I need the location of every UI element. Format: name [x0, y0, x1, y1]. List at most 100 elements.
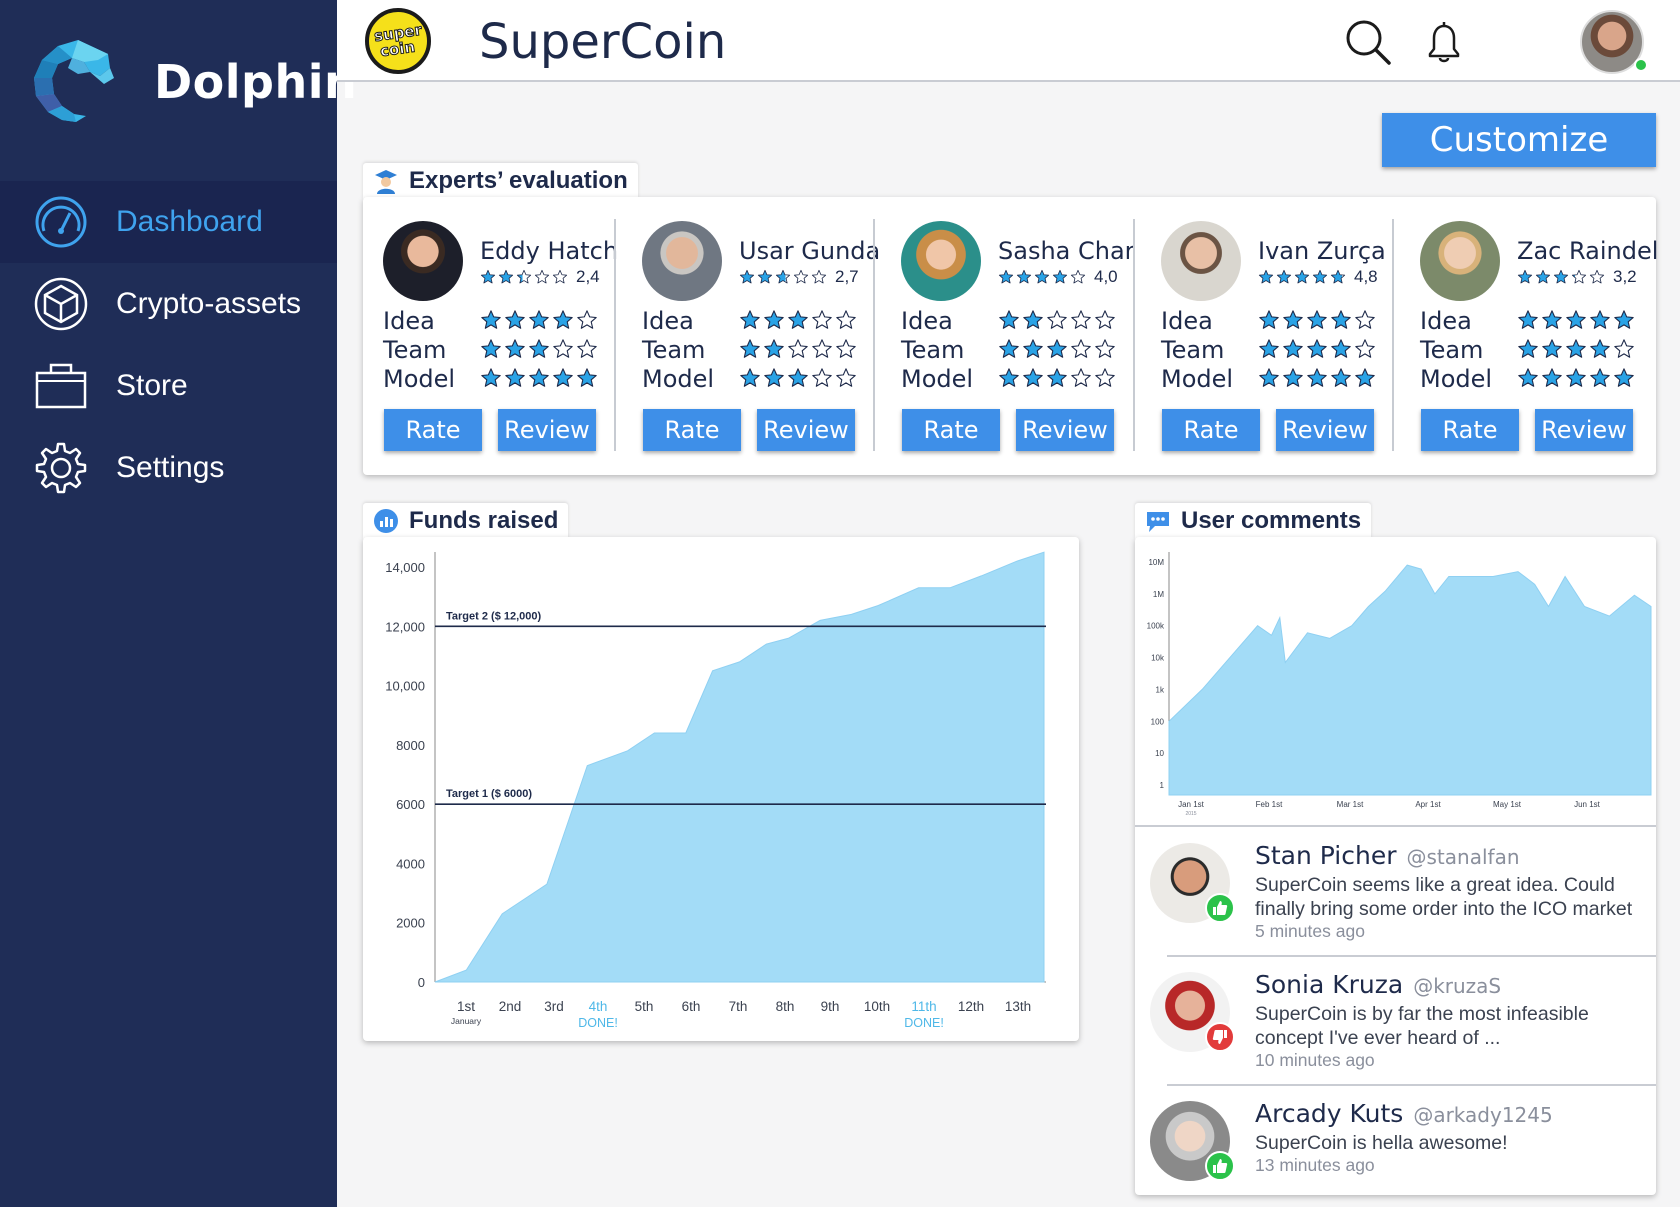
star-icon	[576, 309, 598, 331]
commenter-name: Stan Picher @stanalfan	[1255, 841, 1520, 870]
divider	[1135, 825, 1656, 827]
star-icon	[1022, 338, 1044, 360]
star-icon	[1517, 269, 1533, 285]
rate-button[interactable]: Rate	[643, 409, 741, 451]
brand[interactable]: Dolphin	[28, 32, 357, 132]
criterion-label: Model	[1161, 365, 1234, 393]
x-tick-sublabel: 2015	[1185, 811, 1196, 817]
criterion-stars[interactable]	[739, 367, 859, 389]
rate-button[interactable]: Rate	[1421, 409, 1519, 451]
expert-card: Zac Raindel 3,2 Idea Team Model Rate Review	[1392, 197, 1659, 475]
star-icon	[1553, 269, 1569, 285]
expert-name: Ivan Zurça	[1258, 237, 1386, 265]
criterion-stars[interactable]	[1517, 338, 1637, 360]
star-icon	[1541, 309, 1563, 331]
review-button[interactable]: Review	[1276, 409, 1374, 451]
star-icon	[1294, 269, 1310, 285]
star-icon	[763, 367, 785, 389]
cube-icon	[34, 277, 88, 331]
review-button[interactable]: Review	[1016, 409, 1114, 451]
criterion-stars[interactable]	[480, 367, 600, 389]
star-icon	[787, 338, 809, 360]
star-icon	[1022, 367, 1044, 389]
criterion-stars[interactable]	[1517, 367, 1637, 389]
expert-rating-value: 4,0	[1094, 267, 1118, 286]
star-icon	[1541, 338, 1563, 360]
star-icon	[480, 367, 502, 389]
x-tick-label: 12th	[958, 999, 984, 1014]
x-tick-label: 13th	[1005, 999, 1031, 1014]
star-icon	[1094, 367, 1116, 389]
star-icon	[576, 367, 598, 389]
y-tick-label: 10k	[1151, 654, 1165, 663]
star-icon	[793, 269, 809, 285]
y-tick-label: 100	[1151, 717, 1165, 726]
criterion-stars[interactable]	[1258, 309, 1378, 331]
search-icon[interactable]	[1344, 18, 1392, 66]
y-tick-label: 4000	[396, 856, 425, 871]
star-icon	[1535, 269, 1551, 285]
criterion-label: Model	[383, 365, 456, 393]
x-tick-label: 10th	[864, 999, 890, 1014]
funds-chart: 0 2000 4000 6000 8000 10,000 12,000 14,000 Targe…	[385, 551, 1046, 1030]
star-icon	[739, 338, 761, 360]
review-button[interactable]: Review	[757, 409, 855, 451]
star-icon	[1258, 309, 1280, 331]
criterion-stars[interactable]	[998, 309, 1118, 331]
star-icon	[1046, 338, 1068, 360]
criterion-stars[interactable]	[739, 309, 859, 331]
expert-name: Zac Raindel	[1517, 237, 1659, 265]
star-icon	[1354, 309, 1376, 331]
rate-button[interactable]: Rate	[384, 409, 482, 451]
x-tick-label: 7th	[729, 999, 748, 1014]
commenter-handle[interactable]: @kruzaS	[1413, 974, 1501, 998]
customize-button[interactable]: Customize	[1382, 113, 1656, 167]
sidebar-item-settings[interactable]: Settings	[0, 427, 337, 509]
star-icon	[757, 269, 773, 285]
thumbs-up-icon	[1205, 893, 1235, 923]
star-icon	[552, 309, 574, 331]
y-tick-label: 2000	[396, 916, 425, 931]
y-tick-label: 10,000	[385, 679, 425, 694]
star-icon	[480, 269, 496, 285]
review-button[interactable]: Review	[498, 409, 596, 451]
criterion-stars[interactable]	[998, 338, 1118, 360]
star-icon	[1517, 367, 1539, 389]
sidebar-item-dashboard[interactable]: Dashboard	[0, 181, 337, 263]
star-icon	[1613, 309, 1635, 331]
expert-overall-rating: 3,2	[1517, 267, 1637, 287]
x-tick-label: 8th	[776, 999, 795, 1014]
x-tick-label: 5th	[635, 999, 654, 1014]
review-button[interactable]: Review	[1535, 409, 1633, 451]
criterion-stars[interactable]	[739, 338, 859, 360]
comment-item[interactable]: Stan Picher @stanalfan SuperCoin seems lik…	[1135, 829, 1656, 957]
criterion-stars[interactable]	[480, 309, 600, 331]
criterion-stars[interactable]	[480, 338, 600, 360]
user-comments-card: 1 10 100 1k 10k 100k 1M 10M Jan 1st Feb 1st Mar 1s…	[1135, 537, 1656, 1195]
target-label: Target 1 ($ 6000)	[446, 788, 532, 800]
x-tick-sublabel: DONE!	[904, 1016, 944, 1030]
comment-item[interactable]: Arcady Kuts @arkady1245 SuperCoin is hella…	[1135, 1084, 1656, 1207]
commenter-name-text: Sonia Kruza	[1255, 970, 1404, 999]
criterion-label: Team	[383, 336, 447, 364]
commenter-handle[interactable]: @stanalfan	[1407, 845, 1520, 869]
sidebar-item-store[interactable]: Store	[0, 345, 337, 427]
comments-list: Stan Picher @stanalfan SuperCoin seems lik…	[1135, 829, 1656, 1195]
star-icon	[1565, 309, 1587, 331]
commenter-handle[interactable]: @arkady1245	[1413, 1103, 1552, 1127]
expert-icon	[375, 170, 397, 194]
criterion-stars[interactable]	[1258, 338, 1378, 360]
star-icon	[1094, 309, 1116, 331]
criterion-stars[interactable]	[1517, 309, 1637, 331]
star-icon	[498, 269, 514, 285]
rate-button[interactable]: Rate	[902, 409, 1000, 451]
sidebar-item-crypto-assets[interactable]: Crypto-assets	[0, 263, 337, 345]
criterion-stars[interactable]	[1258, 367, 1378, 389]
rate-button[interactable]: Rate	[1162, 409, 1260, 451]
sidebar: Dolphin Dashboard Crypto-assets Store Se…	[0, 0, 357, 1207]
star-icon	[1258, 367, 1280, 389]
criterion-stars[interactable]	[998, 367, 1118, 389]
star-icon	[528, 338, 550, 360]
comment-item[interactable]: Sonia Kruza @kruzaS SuperCoin is by far th…	[1135, 955, 1656, 1086]
bell-icon[interactable]	[1420, 18, 1468, 66]
